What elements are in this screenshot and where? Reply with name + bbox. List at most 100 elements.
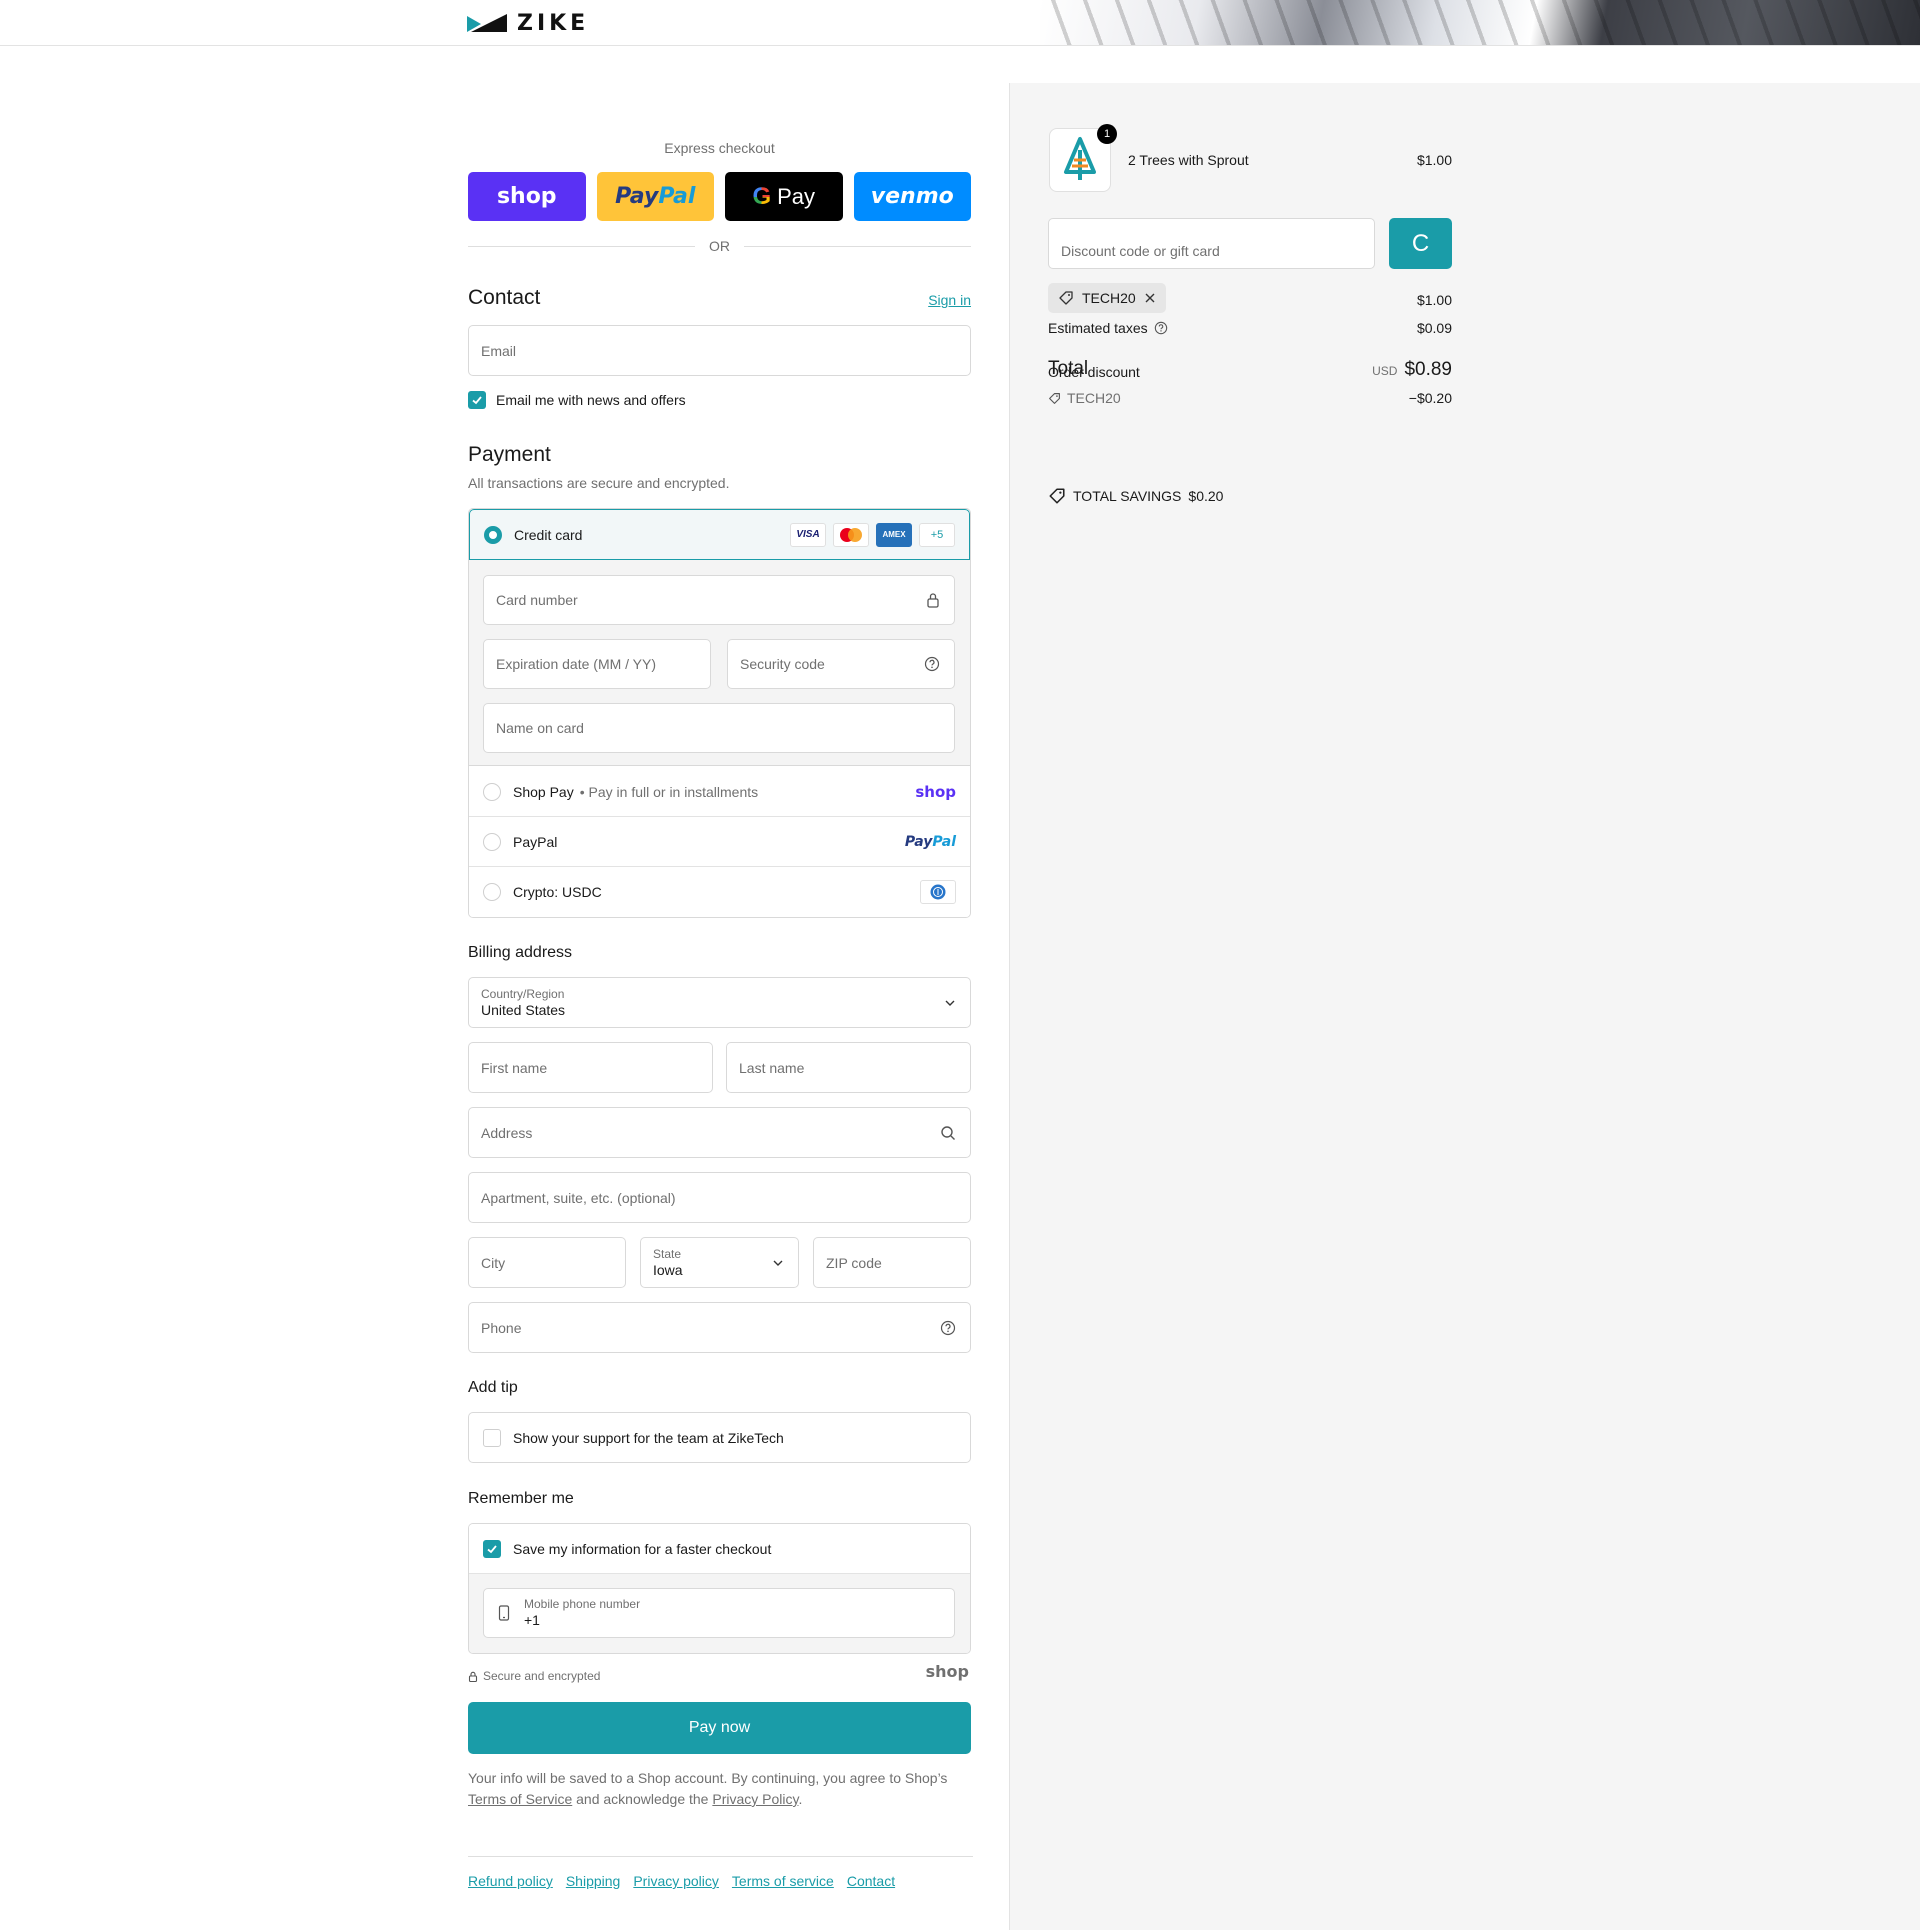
security-code-field[interactable]: Security code <box>727 639 955 689</box>
credit-card-radio[interactable] <box>484 525 502 544</box>
legal-part2: and acknowledge the <box>576 1791 709 1807</box>
email-field[interactable]: Email <box>468 325 971 376</box>
sign-in-link[interactable]: Sign in <box>928 292 971 308</box>
last-name-field[interactable]: Last name <box>726 1042 971 1093</box>
venmo-logo-text: venmo <box>870 184 954 209</box>
shop-pay-button[interactable]: shop <box>468 172 586 221</box>
news-label: Email me with news and offers <box>496 392 686 408</box>
savings-label: TOTAL SAVINGS <box>1073 488 1182 504</box>
zip-placeholder: ZIP code <box>826 1254 882 1271</box>
tip-heading: Add tip <box>468 1379 518 1396</box>
remember-me-box: Save my information for a faster checkou… <box>468 1523 971 1654</box>
news-checkbox-row[interactable]: Email me with news and offers <box>468 391 686 409</box>
shop-pay-logo: shop <box>915 782 956 801</box>
chevron-down-icon <box>772 1259 784 1267</box>
country-select[interactable]: Country/Region United States <box>468 977 971 1028</box>
phone-field[interactable]: Phone <box>468 1302 971 1353</box>
shop-terms-link[interactable]: Terms of Service <box>468 1791 572 1807</box>
logo-text: ZIKE <box>517 11 590 36</box>
paypal-logo-b: Pal <box>658 184 696 209</box>
help-icon[interactable] <box>1154 321 1168 335</box>
card-number-field[interactable]: Card number <box>483 575 955 625</box>
payment-option-paypal[interactable]: PayPal PayPal <box>469 817 970 867</box>
venmo-button[interactable]: venmo <box>853 172 971 221</box>
apartment-placeholder: Apartment, suite, etc. (optional) <box>481 1189 676 1206</box>
tip-checkbox[interactable] <box>483 1428 501 1447</box>
remember-label: Save my information for a faster checkou… <box>513 1540 772 1557</box>
applied-discount-chip: TECH20 <box>1048 283 1166 313</box>
shop-pay-radio[interactable] <box>483 782 501 801</box>
visa-icon: VISA <box>790 522 826 547</box>
phone-placeholder: Phone <box>481 1319 522 1336</box>
last-name-placeholder: Last name <box>739 1059 805 1076</box>
pay-now-button[interactable]: Pay now <box>468 1702 971 1754</box>
address-placeholder: Address <box>481 1124 533 1141</box>
payment-option-credit-card[interactable]: Credit card VISA AMEX +5 <box>469 509 970 560</box>
lock-icon <box>468 1671 478 1682</box>
refund-policy-link[interactable]: Refund policy <box>468 1873 553 1889</box>
discount-placeholder: Discount code or gift card <box>1061 243 1220 259</box>
close-icon[interactable] <box>1144 292 1156 304</box>
billing-heading: Billing address <box>468 944 573 961</box>
state-label: State <box>653 1246 682 1261</box>
name-on-card-field[interactable]: Name on card <box>483 703 955 753</box>
usdc-icon <box>920 880 956 904</box>
quantity-badge: 1 <box>1097 124 1117 144</box>
tag-icon <box>1049 488 1065 504</box>
shop-logo: shop <box>925 1662 969 1681</box>
state-select[interactable]: State Iowa <box>640 1237 799 1288</box>
express-checkout-buttons: shop Pay Pal G Pay venmo <box>468 172 971 221</box>
secure-note: Secure and encrypted <box>468 1669 600 1683</box>
google-pay-button[interactable]: G Pay <box>725 172 843 221</box>
first-name-field[interactable]: First name <box>468 1042 713 1093</box>
express-checkout-title: Express checkout <box>664 140 775 156</box>
privacy-policy-link[interactable]: Privacy policy <box>633 1873 719 1889</box>
paypal-logo-b: Pal <box>932 833 956 850</box>
apartment-field[interactable]: Apartment, suite, etc. (optional) <box>468 1172 971 1223</box>
expiration-field[interactable]: Expiration date (MM / YY) <box>483 639 711 689</box>
mastercard-icon <box>833 522 869 547</box>
help-icon[interactable] <box>940 1320 956 1336</box>
remember-option[interactable]: Save my information for a faster checkou… <box>469 1524 970 1574</box>
savings-amount: $0.20 <box>1188 488 1224 504</box>
payment-option-shop-pay[interactable]: Shop Pay • Pay in full or in installment… <box>469 767 970 817</box>
zike-logo[interactable]: ZIKE <box>467 13 589 35</box>
shop-pay-label: Shop Pay <box>513 783 574 800</box>
contact-link[interactable]: Contact <box>847 1873 895 1889</box>
divider-line <box>468 245 695 247</box>
remember-checkbox[interactable] <box>483 1539 501 1558</box>
currency-label: USD <box>1372 364 1398 378</box>
terms-of-service-link[interactable]: Terms of service <box>732 1873 834 1889</box>
first-name-placeholder: First name <box>481 1059 548 1076</box>
header: ZIKE <box>0 0 1920 46</box>
news-checkbox[interactable] <box>468 391 486 409</box>
state-value: Iowa <box>653 1261 683 1278</box>
or-text: OR <box>709 238 730 254</box>
crypto-radio[interactable] <box>483 883 501 901</box>
check-icon <box>472 396 482 405</box>
shop-privacy-link[interactable]: Privacy Policy <box>712 1791 798 1807</box>
mobile-value: +1 <box>524 1612 540 1628</box>
paypal-radio[interactable] <box>483 832 501 851</box>
address-field[interactable]: Address <box>468 1107 971 1158</box>
total-row: USD $0.89 <box>1372 359 1452 381</box>
city-placeholder: City <box>481 1254 506 1271</box>
apply-discount-button[interactable]: C <box>1389 218 1452 269</box>
mobile-phone-icon <box>498 1605 510 1621</box>
help-icon[interactable] <box>924 656 940 672</box>
mobile-phone-field[interactable]: Mobile phone number +1 <box>483 1588 955 1638</box>
discount-code-input[interactable]: Discount code or gift card <box>1048 218 1375 269</box>
paypal-button[interactable]: Pay Pal <box>596 172 714 221</box>
order-discount-label: Order discount <box>1048 364 1140 380</box>
zip-field[interactable]: ZIP code <box>813 1237 971 1288</box>
city-field[interactable]: City <box>468 1237 626 1288</box>
payment-option-crypto[interactable]: Crypto: USDC <box>469 867 970 917</box>
hero-image <box>1040 0 1920 45</box>
tip-option[interactable]: Show your support for the team at ZikeTe… <box>468 1412 971 1463</box>
tree-icon <box>1064 137 1096 180</box>
or-divider: OR <box>468 238 971 254</box>
credit-card-form: Card number Expiration date (MM / YY) Se… <box>469 560 970 766</box>
shipping-link[interactable]: Shipping <box>566 1873 621 1889</box>
footer-divider <box>468 1856 973 1857</box>
divider-line <box>744 245 971 247</box>
